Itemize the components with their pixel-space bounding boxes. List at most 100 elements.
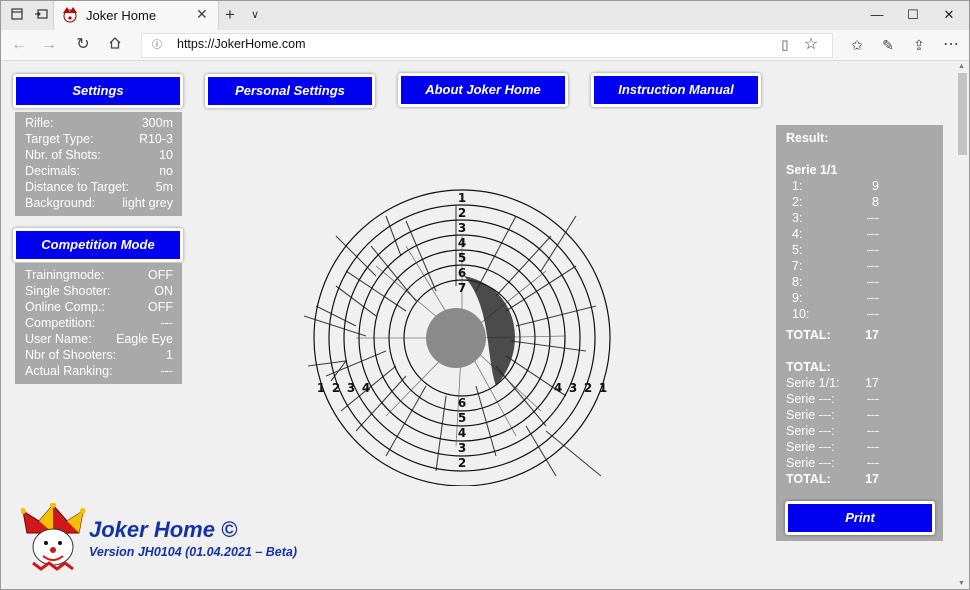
ring-number: 2 (332, 381, 340, 395)
home-icon[interactable] (105, 36, 125, 54)
ring-number: 1 (317, 381, 325, 395)
maximize-icon[interactable]: ☐ (897, 5, 929, 25)
info-icon[interactable]: ⓘ (147, 37, 167, 55)
shot-value: --- (866, 227, 880, 241)
result-title: Result: (786, 131, 829, 145)
refresh-icon[interactable]: ↻ (73, 36, 93, 54)
ring-number: 1 (599, 381, 607, 395)
close-tab-icon[interactable]: ✕ (196, 6, 208, 23)
serie-name: Serie ---: (786, 408, 835, 422)
serie-value: --- (866, 392, 880, 406)
serie-value: --- (866, 408, 880, 422)
serie-value: 17 (865, 376, 879, 390)
ring-number: 4 (554, 381, 562, 395)
shot-number: 2: (792, 195, 803, 209)
shot-value: --- (866, 307, 880, 321)
favorite-star-icon[interactable]: ☆ (801, 36, 821, 54)
shooting-target: 1 2 3 4 5 6 7 6 5 4 3 2 1 2 3 4 4 3 2 1 (303, 189, 611, 486)
competition-row: User Name: Eagle Eye (25, 332, 173, 346)
grand-total-label: TOTAL: (786, 472, 831, 486)
serie-name: Serie ---: (786, 440, 835, 454)
personal-settings-button[interactable]: Personal Settings (205, 74, 375, 108)
back-icon[interactable]: ← (9, 36, 29, 54)
app-version: Version JH0104 (01.04.2021 – Beta) (89, 545, 297, 559)
shot-number: 7: (792, 259, 803, 273)
close-window-icon[interactable]: ✕ (933, 5, 965, 25)
scroll-up-icon[interactable]: ▲ (958, 63, 965, 70)
shot-value: --- (866, 211, 880, 225)
shot-number: 4: (792, 227, 803, 241)
competition-row: Actual Ranking: --- (25, 364, 173, 378)
serie-name: Serie ---: (786, 456, 835, 470)
shot-number: 5: (792, 243, 803, 257)
ring-number: 3 (458, 441, 466, 455)
ring-number: 5 (458, 411, 466, 425)
serie-value: --- (866, 424, 880, 438)
print-button[interactable]: Print (785, 501, 935, 535)
more-icon[interactable]: ⋯ (941, 36, 961, 54)
serie-name: Serie ---: (786, 424, 835, 438)
shot-value: 8 (872, 195, 879, 209)
joker-logo (21, 503, 85, 571)
serie-header: Serie 1/1 (786, 163, 838, 177)
shot-number: 9: (792, 291, 803, 305)
url-text: https://JokerHome.com (177, 37, 306, 51)
competition-mode-button[interactable]: Competition Mode (13, 228, 183, 262)
ring-number: 6 (458, 396, 466, 410)
tab-list-icon[interactable]: ∨ (247, 7, 263, 23)
shot-value: --- (866, 291, 880, 305)
share-icon[interactable]: ⇪ (909, 36, 929, 54)
competition-row: Online Comp.: OFF (25, 300, 173, 314)
ring-number: 2 (584, 381, 592, 395)
ring-number: 6 (458, 266, 466, 280)
serie-name: Serie ---: (786, 392, 835, 406)
ring-number: 3 (458, 221, 466, 235)
forward-icon[interactable]: → (39, 36, 59, 54)
series-total-label: TOTAL: (786, 360, 831, 374)
favorites-icon[interactable]: ✩ (847, 36, 867, 54)
settings-panel: Rifle: 300m Target Type: R10-3 Nbr. of Sho… (15, 112, 182, 216)
title-bar: Joker Home ✕ + ∨ — ☐ ✕ (1, 1, 969, 30)
ring-number: 4 (458, 426, 466, 440)
tabs-aside-icon[interactable] (33, 7, 49, 23)
new-tab-icon[interactable]: + (222, 6, 238, 23)
scroll-thumb[interactable] (958, 73, 967, 155)
ring-number: 4 (362, 381, 370, 395)
settings-button[interactable]: Settings (13, 74, 183, 108)
reading-view-icon[interactable]: ▯ (775, 36, 795, 54)
tab-title: Joker Home (86, 8, 157, 23)
about-button[interactable]: About Joker Home (398, 73, 568, 107)
pen-icon[interactable]: ✎ (878, 36, 898, 54)
ring-number: 7 (458, 281, 466, 295)
ring-number: 1 (458, 191, 466, 205)
vertical-scrollbar[interactable]: ▲ ▼ (956, 61, 969, 589)
manual-button[interactable]: Instruction Manual (591, 73, 761, 107)
ring-number: 5 (458, 251, 466, 265)
tab-actions-icon[interactable] (9, 7, 25, 23)
grand-total-value: 17 (865, 472, 879, 486)
setting-row: Rifle: 300m (25, 116, 173, 130)
app-name: Joker Home © (89, 517, 238, 542)
competition-row: Nbr of Shooters: 1 (25, 348, 173, 362)
setting-row: Decimals: no (25, 164, 173, 178)
page-content: Settings Personal Settings About Joker H… (1, 61, 956, 589)
serie-value: --- (866, 456, 880, 470)
shot-value: --- (866, 259, 880, 273)
setting-row: Distance to Target: 5m (25, 180, 173, 194)
browser-tab[interactable]: Joker Home ✕ (53, 1, 219, 30)
competition-row: Trainingmode: OFF (25, 268, 173, 282)
ring-number: 2 (458, 456, 466, 470)
scroll-down-icon[interactable]: ▼ (958, 580, 965, 587)
competition-row: Competition: --- (25, 316, 173, 330)
minimize-icon[interactable]: — (861, 5, 893, 25)
address-bar: ← → ↻ ⓘ https://JokerHome.com ▯ ☆ ✩ ✎ ⇪ … (1, 30, 969, 61)
shot-number: 10: (792, 307, 810, 321)
ring-number: 4 (458, 236, 466, 250)
shot-number: 8: (792, 275, 803, 289)
shot-number: 1: (792, 179, 803, 193)
competition-row: Single Shooter: ON (25, 284, 173, 298)
ring-number: 2 (458, 206, 466, 220)
total-value: 17 (865, 328, 879, 342)
serie-value: --- (866, 440, 880, 454)
result-panel: Result: Serie 1/1 1: 9 2: 8 3: --- 4: --- 5:… (776, 125, 943, 541)
